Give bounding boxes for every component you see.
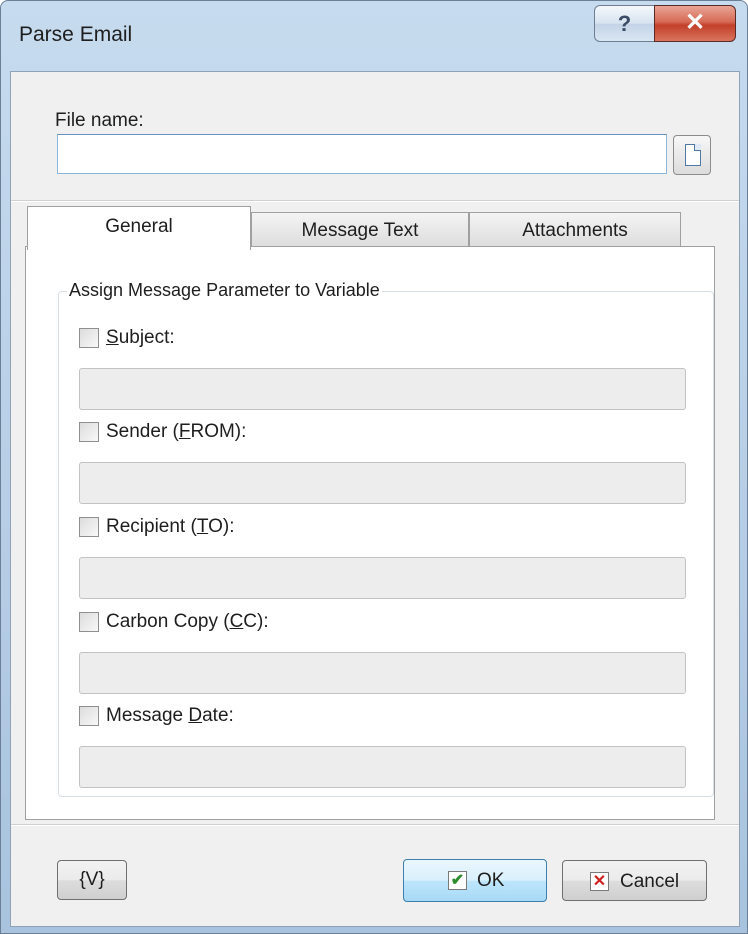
group-title: Assign Message Parameter to Variable xyxy=(67,280,382,301)
sender-checkbox[interactable] xyxy=(79,422,99,442)
tab-panel-general: Assign Message Parameter to Variable Sub… xyxy=(25,246,715,820)
tab-attachments[interactable]: Attachments xyxy=(469,212,681,248)
document-icon xyxy=(685,144,701,166)
recipient-label[interactable]: Recipient (TO): xyxy=(106,516,234,538)
file-name-input[interactable] xyxy=(57,134,667,174)
dialog-client-area: File name: General Message Text Attachme… xyxy=(10,71,740,927)
title-bar: Parse Email ? ✕ xyxy=(1,1,747,71)
recipient-variable-field[interactable] xyxy=(79,557,686,599)
bottom-separator xyxy=(11,824,739,826)
top-separator xyxy=(11,200,739,202)
message-date-label[interactable]: Message Date: xyxy=(106,705,234,727)
tab-general[interactable]: General xyxy=(27,206,251,250)
sender-label[interactable]: Sender (FROM): xyxy=(106,421,246,443)
carbon-copy-variable-field[interactable] xyxy=(79,652,686,694)
sender-variable-field[interactable] xyxy=(79,462,686,504)
help-button[interactable]: ? xyxy=(594,5,655,42)
cancel-button[interactable]: ✕ Cancel xyxy=(562,860,707,901)
file-name-label: File name: xyxy=(55,110,144,131)
close-button[interactable]: ✕ xyxy=(654,5,736,42)
message-date-checkbox[interactable] xyxy=(79,706,99,726)
assign-parameters-group: Assign Message Parameter to Variable Sub… xyxy=(58,280,714,797)
ok-button[interactable]: ✔ OK xyxy=(403,859,547,902)
subject-label[interactable]: Subject: xyxy=(106,327,175,349)
ok-label: OK xyxy=(477,870,505,891)
tab-general-label: General xyxy=(105,216,173,237)
carbon-copy-checkbox[interactable] xyxy=(79,612,99,632)
help-icon: ? xyxy=(617,11,632,36)
tab-message-text-label: Message Text xyxy=(301,220,419,241)
tab-message-text[interactable]: Message Text xyxy=(251,212,469,248)
recipient-checkbox[interactable] xyxy=(79,517,99,537)
subject-checkbox[interactable] xyxy=(79,328,99,348)
browse-file-button[interactable] xyxy=(673,135,711,175)
subject-variable-field[interactable] xyxy=(79,368,686,410)
checkmark-icon: ✔ xyxy=(448,871,467,890)
cancel-label: Cancel xyxy=(620,871,680,892)
close-icon: ✕ xyxy=(684,9,706,36)
variables-button[interactable]: {V} xyxy=(57,860,127,900)
window-title: Parse Email xyxy=(19,23,133,46)
dialog-window: Parse Email ? ✕ File name: General Messa… xyxy=(0,0,748,934)
message-date-variable-field[interactable] xyxy=(79,746,686,788)
tab-attachments-label: Attachments xyxy=(522,220,628,241)
carbon-copy-label[interactable]: Carbon Copy (CC): xyxy=(106,611,269,633)
cancel-x-icon: ✕ xyxy=(590,872,609,891)
